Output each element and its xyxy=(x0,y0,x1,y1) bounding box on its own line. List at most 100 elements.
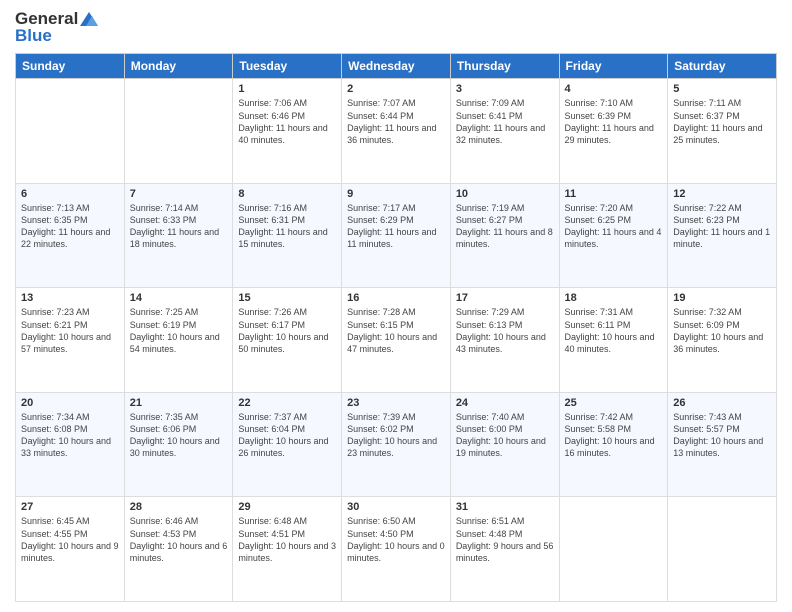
day-number: 8 xyxy=(238,188,336,200)
cell-info: Sunrise: 7:26 AMSunset: 6:17 PMDaylight:… xyxy=(238,306,336,355)
day-number: 10 xyxy=(456,188,554,200)
day-number: 13 xyxy=(21,292,119,304)
calendar-week-row: 20 Sunrise: 7:34 AMSunset: 6:08 PMDayligh… xyxy=(16,392,777,497)
calendar-cell: 11 Sunrise: 7:20 AMSunset: 6:25 PMDayligh… xyxy=(559,183,668,288)
logo-blue: Blue xyxy=(15,27,100,46)
calendar-cell: 28 Sunrise: 6:46 AMSunset: 4:53 PMDayligh… xyxy=(124,497,233,602)
calendar-cell: 16Sunrise: 7:28 AMSunset: 6:15 PMDayligh… xyxy=(342,288,451,393)
calendar-cell: 19 Sunrise: 7:32 AMSunset: 6:09 PMDayligh… xyxy=(668,288,777,393)
weekday-header-row: SundayMondayTuesdayWednesdayThursdayFrid… xyxy=(16,54,777,79)
calendar-cell: 12 Sunrise: 7:22 AMSunset: 6:23 PMDayligh… xyxy=(668,183,777,288)
calendar-cell: 23Sunrise: 7:39 AMSunset: 6:02 PMDayligh… xyxy=(342,392,451,497)
calendar-cell xyxy=(559,497,668,602)
day-number: 21 xyxy=(130,397,228,409)
cell-info: Sunrise: 7:39 AMSunset: 6:02 PMDaylight:… xyxy=(347,411,445,460)
day-number: 30 xyxy=(347,501,445,513)
calendar-cell: 31 Sunrise: 6:51 AMSunset: 4:48 PMDayligh… xyxy=(450,497,559,602)
cell-info: Sunrise: 7:23 AMSunset: 6:21 PMDaylight:… xyxy=(21,306,119,355)
page: General Blue SundayMondayTuesdayWednesda… xyxy=(0,0,792,612)
cell-info: Sunrise: 7:42 AMSunset: 5:58 PMDaylight:… xyxy=(565,411,663,460)
logo: General Blue xyxy=(15,10,100,45)
day-number: 14 xyxy=(130,292,228,304)
cell-info: Sunrise: 7:20 AMSunset: 6:25 PMDaylight:… xyxy=(565,202,663,251)
cell-info: Sunrise: 7:11 AMSunset: 6:37 PMDaylight:… xyxy=(673,97,771,146)
cell-info: Sunrise: 7:19 AMSunset: 6:27 PMDaylight:… xyxy=(456,202,554,251)
cell-info: Sunrise: 7:25 AMSunset: 6:19 PMDaylight:… xyxy=(130,306,228,355)
day-number: 1 xyxy=(238,83,336,95)
day-number: 19 xyxy=(673,292,771,304)
cell-info: Sunrise: 7:17 AMSunset: 6:29 PMDaylight:… xyxy=(347,202,445,251)
cell-info: Sunrise: 7:34 AMSunset: 6:08 PMDaylight:… xyxy=(21,411,119,460)
calendar-week-row: 6Sunrise: 7:13 AMSunset: 6:35 PMDaylight… xyxy=(16,183,777,288)
cell-info: Sunrise: 7:06 AMSunset: 6:46 PMDaylight:… xyxy=(238,97,336,146)
cell-info: Sunrise: 6:46 AMSunset: 4:53 PMDaylight:… xyxy=(130,515,228,564)
calendar-cell: 4 Sunrise: 7:10 AMSunset: 6:39 PMDaylight… xyxy=(559,79,668,184)
day-number: 7 xyxy=(130,188,228,200)
calendar-cell: 25 Sunrise: 7:42 AMSunset: 5:58 PMDayligh… xyxy=(559,392,668,497)
day-number: 9 xyxy=(347,188,445,200)
day-number: 15 xyxy=(238,292,336,304)
weekday-header: Sunday xyxy=(16,54,125,79)
calendar-cell: 3 Sunrise: 7:09 AMSunset: 6:41 PMDaylight… xyxy=(450,79,559,184)
day-number: 28 xyxy=(130,501,228,513)
cell-info: Sunrise: 7:14 AMSunset: 6:33 PMDaylight:… xyxy=(130,202,228,251)
calendar-cell: 27 Sunrise: 6:45 AMSunset: 4:55 PMDayligh… xyxy=(16,497,125,602)
calendar-cell: 14 Sunrise: 7:25 AMSunset: 6:19 PMDayligh… xyxy=(124,288,233,393)
cell-info: Sunrise: 7:29 AMSunset: 6:13 PMDaylight:… xyxy=(456,306,554,355)
day-number: 5 xyxy=(673,83,771,95)
day-number: 3 xyxy=(456,83,554,95)
day-number: 4 xyxy=(565,83,663,95)
cell-info: Sunrise: 7:31 AMSunset: 6:11 PMDaylight:… xyxy=(565,306,663,355)
calendar-cell: 18 Sunrise: 7:31 AMSunset: 6:11 PMDayligh… xyxy=(559,288,668,393)
calendar-cell: 24Sunrise: 7:40 AMSunset: 6:00 PMDayligh… xyxy=(450,392,559,497)
cell-info: Sunrise: 7:43 AMSunset: 5:57 PMDaylight:… xyxy=(673,411,771,460)
calendar-cell xyxy=(124,79,233,184)
logo-icon xyxy=(78,10,100,28)
cell-info: Sunrise: 7:37 AMSunset: 6:04 PMDaylight:… xyxy=(238,411,336,460)
calendar-cell xyxy=(668,497,777,602)
cell-info: Sunrise: 7:09 AMSunset: 6:41 PMDaylight:… xyxy=(456,97,554,146)
day-number: 17 xyxy=(456,292,554,304)
cell-info: Sunrise: 7:10 AMSunset: 6:39 PMDaylight:… xyxy=(565,97,663,146)
calendar-week-row: 1 Sunrise: 7:06 AMSunset: 6:46 PMDaylight… xyxy=(16,79,777,184)
weekday-header: Saturday xyxy=(668,54,777,79)
calendar-cell: 13 Sunrise: 7:23 AMSunset: 6:21 PMDayligh… xyxy=(16,288,125,393)
cell-info: Sunrise: 6:48 AMSunset: 4:51 PMDaylight:… xyxy=(238,515,336,564)
cell-info: Sunrise: 7:35 AMSunset: 6:06 PMDaylight:… xyxy=(130,411,228,460)
cell-info: Sunrise: 6:45 AMSunset: 4:55 PMDaylight:… xyxy=(21,515,119,564)
day-number: 11 xyxy=(565,188,663,200)
calendar-cell: 7 Sunrise: 7:14 AMSunset: 6:33 PMDaylight… xyxy=(124,183,233,288)
day-number: 26 xyxy=(673,397,771,409)
calendar-cell: 21 Sunrise: 7:35 AMSunset: 6:06 PMDayligh… xyxy=(124,392,233,497)
calendar-cell: 30Sunrise: 6:50 AMSunset: 4:50 PMDayligh… xyxy=(342,497,451,602)
calendar: SundayMondayTuesdayWednesdayThursdayFrid… xyxy=(15,53,777,602)
cell-info: Sunrise: 7:22 AMSunset: 6:23 PMDaylight:… xyxy=(673,202,771,251)
day-number: 18 xyxy=(565,292,663,304)
calendar-cell: 5 Sunrise: 7:11 AMSunset: 6:37 PMDaylight… xyxy=(668,79,777,184)
header: General Blue xyxy=(15,10,777,45)
day-number: 2 xyxy=(347,83,445,95)
weekday-header: Tuesday xyxy=(233,54,342,79)
calendar-cell: 2 Sunrise: 7:07 AMSunset: 6:44 PMDaylight… xyxy=(342,79,451,184)
calendar-cell: 22Sunrise: 7:37 AMSunset: 6:04 PMDayligh… xyxy=(233,392,342,497)
cell-info: Sunrise: 6:51 AMSunset: 4:48 PMDaylight:… xyxy=(456,515,554,564)
day-number: 27 xyxy=(21,501,119,513)
calendar-cell xyxy=(16,79,125,184)
day-number: 20 xyxy=(21,397,119,409)
day-number: 6 xyxy=(21,188,119,200)
weekday-header: Monday xyxy=(124,54,233,79)
calendar-cell: 8 Sunrise: 7:16 AMSunset: 6:31 PMDaylight… xyxy=(233,183,342,288)
weekday-header: Wednesday xyxy=(342,54,451,79)
calendar-cell: 1 Sunrise: 7:06 AMSunset: 6:46 PMDaylight… xyxy=(233,79,342,184)
day-number: 31 xyxy=(456,501,554,513)
calendar-week-row: 27 Sunrise: 6:45 AMSunset: 4:55 PMDayligh… xyxy=(16,497,777,602)
day-number: 16 xyxy=(347,292,445,304)
weekday-header: Thursday xyxy=(450,54,559,79)
calendar-week-row: 13 Sunrise: 7:23 AMSunset: 6:21 PMDayligh… xyxy=(16,288,777,393)
day-number: 12 xyxy=(673,188,771,200)
cell-info: Sunrise: 7:07 AMSunset: 6:44 PMDaylight:… xyxy=(347,97,445,146)
cell-info: Sunrise: 7:32 AMSunset: 6:09 PMDaylight:… xyxy=(673,306,771,355)
cell-info: Sunrise: 7:16 AMSunset: 6:31 PMDaylight:… xyxy=(238,202,336,251)
day-number: 25 xyxy=(565,397,663,409)
calendar-cell: 17 Sunrise: 7:29 AMSunset: 6:13 PMDayligh… xyxy=(450,288,559,393)
